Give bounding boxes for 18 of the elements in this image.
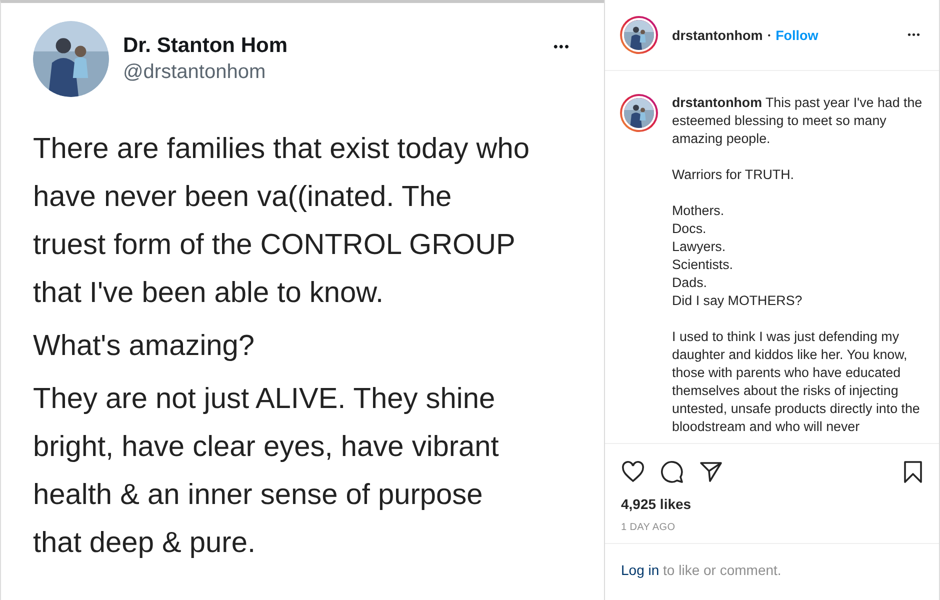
post-time: 1 DAY AGO xyxy=(621,522,676,533)
tweet-text: They are not just ALIVE. They shine bright, have clear eyes, have vibrant health & an inner sense of purpose that deep & pure. xyxy=(33,382,500,561)
username-link[interactable]: drstantonhom xyxy=(672,28,763,42)
login-prompt: Log in to like or comment. xyxy=(621,562,782,578)
author-handle: @drstantonhom xyxy=(123,61,267,84)
tweet-text: What's amazing? xyxy=(33,329,256,364)
more-icon: ••• xyxy=(553,39,570,54)
likes-count[interactable]: 4,925 likes xyxy=(605,490,708,512)
tweet-text: There are families that exist today who have never been va((inated. The truest form of the CONTROL GROUP that I've been able to know. xyxy=(33,132,530,311)
caption-text: drstantonhom This past year I've had the esteemed blessing to meet so many amazing people. xyxy=(672,94,924,148)
caption-text: Warriors for TRUTH. xyxy=(672,166,795,184)
separator: • xyxy=(768,30,771,40)
login-link[interactable]: Log in xyxy=(621,562,660,578)
caption-username[interactable]: drstantonhom xyxy=(672,95,762,110)
caption-text: Mothers. Docs. Lawyers. Scientists. Dads. Did I say MOTHERS? xyxy=(672,202,804,310)
more-button[interactable]: ••• xyxy=(903,26,925,44)
caption-text: I used to think I was just defending my daughter and kiddos like her. You know, those with parents who have educated themselves about the risks of injecting untested, unsafe products directly into the bloodstream and who will never xyxy=(672,328,921,436)
author-name: Dr. Stanton Hom xyxy=(123,34,289,58)
